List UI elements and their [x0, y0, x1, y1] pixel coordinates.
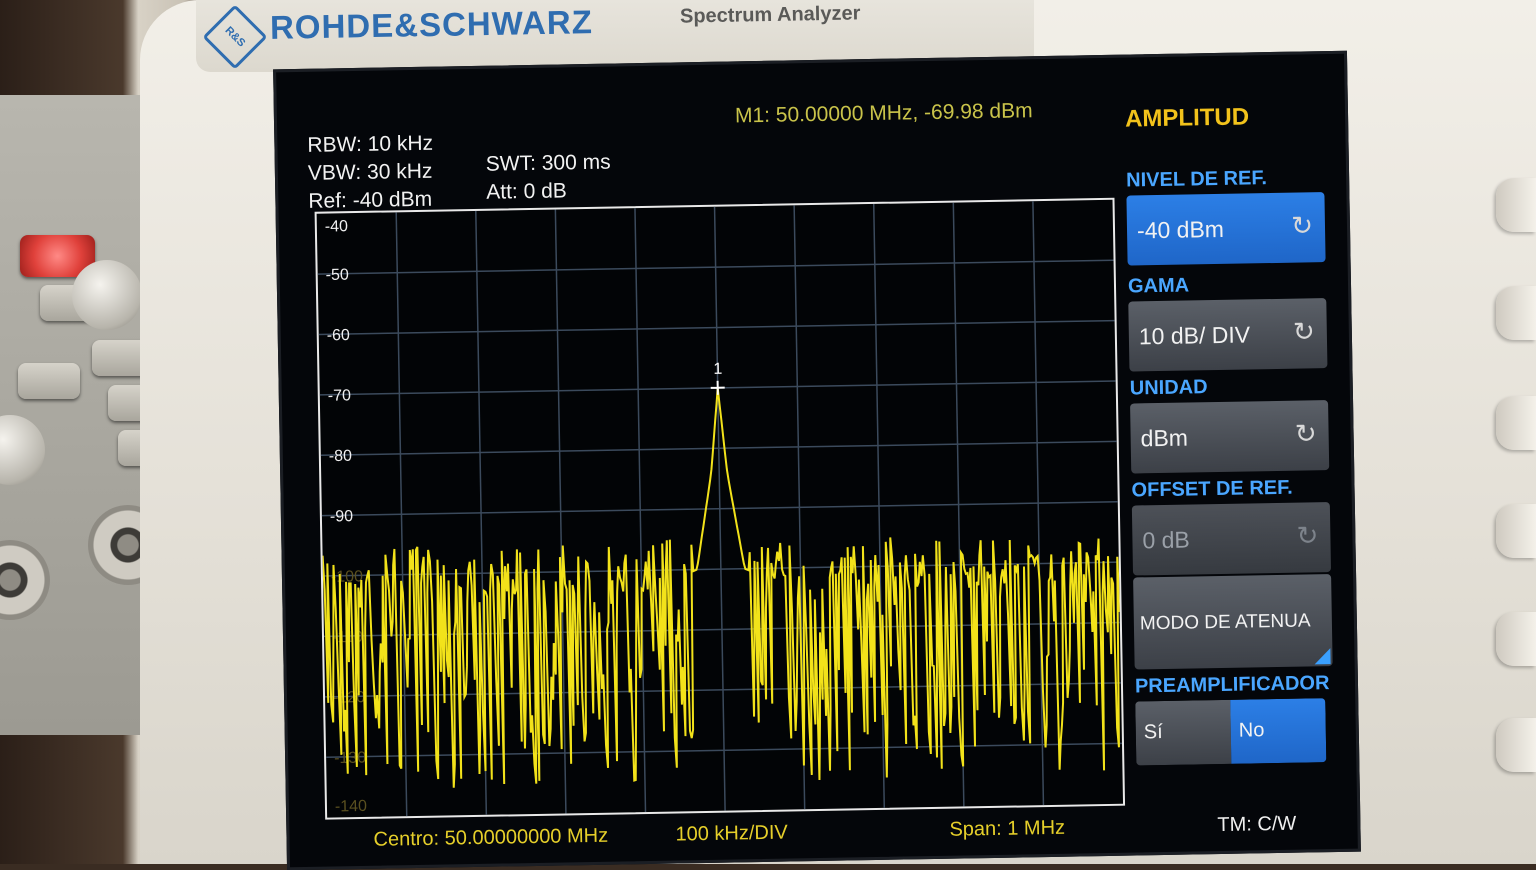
frequency-per-division: 100 kHz/DIV: [675, 821, 788, 846]
softkey-6[interactable]: [1496, 718, 1536, 772]
marker-m1[interactable]: 1: [710, 361, 725, 395]
scope-knob[interactable]: [0, 415, 45, 485]
atten-mode-button[interactable]: MODO DE ATENUA: [1133, 574, 1333, 670]
rotate-icon: ↻: [1296, 520, 1319, 551]
trace-mode: TM: C/W: [1217, 812, 1297, 837]
analyzer-screen: RBW: 10 kHz VBW: 30 kHz Ref: -40 dBm SWT…: [273, 50, 1361, 870]
probe-connector: [0, 540, 50, 620]
y-tick-label: -40: [325, 218, 349, 235]
softkey-3[interactable]: [1496, 396, 1536, 450]
unit-label: UNIDAD: [1129, 376, 1208, 400]
preamp-yes-option[interactable]: Sí: [1135, 699, 1232, 766]
unit-button[interactable]: dBm ↻: [1130, 400, 1330, 474]
span-readout: Span: 1 MHz: [949, 816, 1066, 841]
preamp-no-label: No: [1238, 719, 1265, 742]
vbw-readout: VBW: 30 kHz: [307, 159, 433, 185]
rotate-icon: ↻: [1292, 316, 1316, 347]
y-tick-label: -120: [333, 689, 365, 707]
marker-number: 1: [713, 361, 722, 378]
submenu-indicator-icon: [1314, 648, 1331, 665]
preamp-toggle[interactable]: Sí No: [1135, 698, 1327, 766]
preamp-yes-label: Sí: [1143, 721, 1163, 744]
att-readout: Att: 0 dB: [486, 179, 568, 204]
swt-readout: SWT: 300 ms: [485, 150, 611, 176]
center-frequency: Centro: 50.00000000 MHz: [373, 824, 609, 851]
level-knob[interactable]: [72, 260, 142, 330]
atten-mode-label: MODO DE ATENUA: [1139, 610, 1311, 635]
rotate-icon: ↻: [1294, 418, 1317, 449]
range-button[interactable]: 10 dB/ DIV ↻: [1128, 298, 1328, 372]
preamp-no-option[interactable]: No: [1230, 698, 1327, 764]
spectrum-plot[interactable]: -40 -50 -60 -70 -80 -90 -100 -110 -120 -130 -140 1: [314, 197, 1126, 820]
y-tick-label: -50: [326, 267, 350, 284]
softkey-2[interactable]: [1496, 286, 1536, 340]
ref-level-button[interactable]: -40 dBm ↻: [1126, 192, 1326, 266]
softkey-4[interactable]: [1496, 504, 1536, 558]
rotate-icon: ↻: [1290, 210, 1314, 241]
y-tick-label: -130: [334, 750, 366, 768]
menu-title: AMPLITUD: [1124, 103, 1250, 133]
ref-level-label: NIVEL DE REF.: [1125, 167, 1268, 192]
range-label: GAMA: [1127, 274, 1190, 298]
y-tick-label: -90: [330, 508, 354, 525]
y-tick-label: -70: [328, 387, 352, 404]
y-tick-label: -80: [329, 448, 353, 465]
device-type: Spectrum Analyzer: [679, 2, 861, 28]
softkey-5[interactable]: [1496, 612, 1536, 666]
marker-readout: M1: 50.00000 MHz, -69.98 dBm: [734, 99, 1033, 128]
brand-name: ROHDE&SCHWARZ: [269, 3, 594, 46]
y-tick-label: -60: [327, 327, 351, 344]
y-tick-label: -140: [335, 798, 367, 816]
unit-value: dBm: [1140, 424, 1189, 452]
ref-level-value: -40 dBm: [1136, 215, 1225, 244]
rbw-readout: RBW: 10 kHz: [307, 131, 434, 157]
offset-button[interactable]: 0 dB ↻: [1131, 502, 1332, 576]
preamp-label: PREAMPLIFICADOR: [1134, 672, 1330, 698]
offset-value: 0 dB: [1142, 526, 1190, 554]
set-to-zero-button[interactable]: [18, 363, 80, 399]
softkey-1[interactable]: [1496, 178, 1536, 232]
range-value: 10 dB/ DIV: [1138, 321, 1251, 350]
spectrum-svg: -40-50-60-70-80-90-100-110-120-130-140 1: [317, 201, 1122, 817]
marker-crosshair-icon: [710, 380, 725, 395]
offset-label: OFFSET DE REF.: [1131, 476, 1293, 502]
